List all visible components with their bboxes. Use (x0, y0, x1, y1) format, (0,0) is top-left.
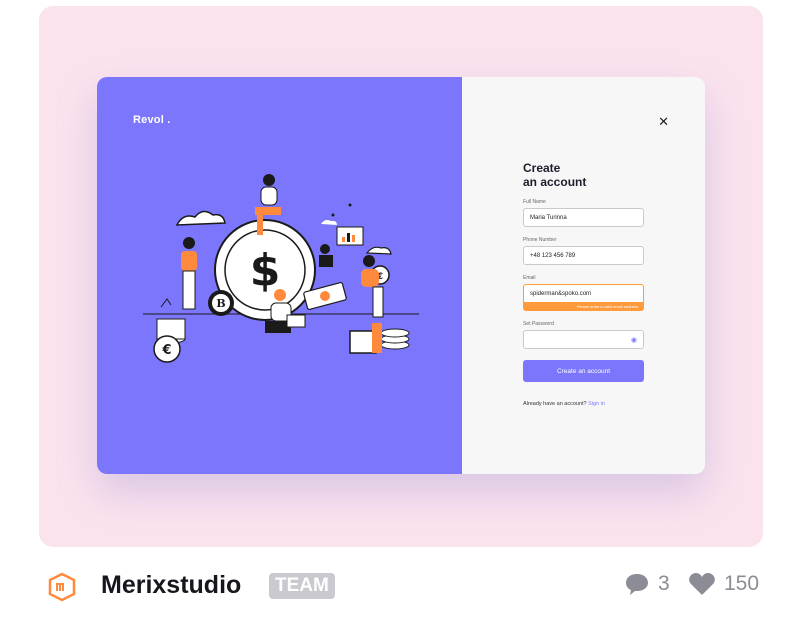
likes-count: 150 (724, 572, 760, 595)
full-name-label: Full Name (523, 199, 546, 205)
finance-illustration: $ B € € (143, 174, 419, 363)
team-badge: TEAM (269, 573, 335, 599)
full-name-input[interactable]: Maria Turinna (523, 208, 644, 227)
brand-logo: Revol . (133, 114, 171, 126)
signup-form: Create an account Full Name Maria Turinn… (523, 161, 644, 382)
cloud-small (321, 220, 337, 225)
merixstudio-logo-icon[interactable] (46, 571, 78, 603)
form-title-line1: Create (523, 161, 561, 175)
comments-count: 3 (658, 572, 670, 595)
svg-text:€: € (161, 343, 171, 358)
already-account-text: Already have an account? Sign in (523, 401, 605, 407)
sign-in-link[interactable]: Sign in (588, 401, 605, 407)
eye-icon[interactable]: ◉ (631, 336, 637, 344)
likes-stat[interactable]: 150 (688, 572, 759, 596)
signup-card: Revol . $ B € € ✕ Create an account Full… (97, 77, 705, 474)
phone-input[interactable]: +48 123 456 789 (523, 246, 644, 265)
illustration-panel: Revol . $ B € € (97, 77, 462, 474)
email-error-message: Please enter a valid email address (523, 303, 644, 311)
phone-label: Phone Number (523, 237, 557, 243)
form-panel: ✕ Create an account Full Name Maria Turi… (462, 77, 705, 474)
form-title-line2: an account (523, 175, 587, 189)
phone-value: +48 123 456 789 (530, 252, 576, 259)
svg-text:B: B (216, 297, 225, 310)
heart-icon (689, 573, 715, 595)
comments-stat[interactable]: 3 (624, 572, 670, 596)
email-input[interactable]: spiderman&spoko.com (523, 284, 644, 303)
password-label: Set Password (523, 321, 554, 327)
comment-icon (626, 574, 648, 595)
password-input[interactable]: ◉ (523, 330, 644, 349)
shot-footer: Merixstudio TEAM 3 150 (44, 566, 764, 606)
already-label: Already have an account? (523, 401, 587, 407)
full-name-value: Maria Turinna (530, 214, 567, 221)
create-account-button[interactable]: Create an account (523, 360, 644, 382)
cloud-left (175, 210, 226, 226)
team-name-link[interactable]: Merixstudio (101, 571, 241, 600)
close-icon[interactable]: ✕ (658, 115, 669, 128)
cloud-right (365, 246, 392, 255)
dollar-sign: $ (250, 245, 281, 296)
email-value: spiderman&spoko.com (530, 290, 592, 297)
email-label: Email (523, 275, 536, 281)
